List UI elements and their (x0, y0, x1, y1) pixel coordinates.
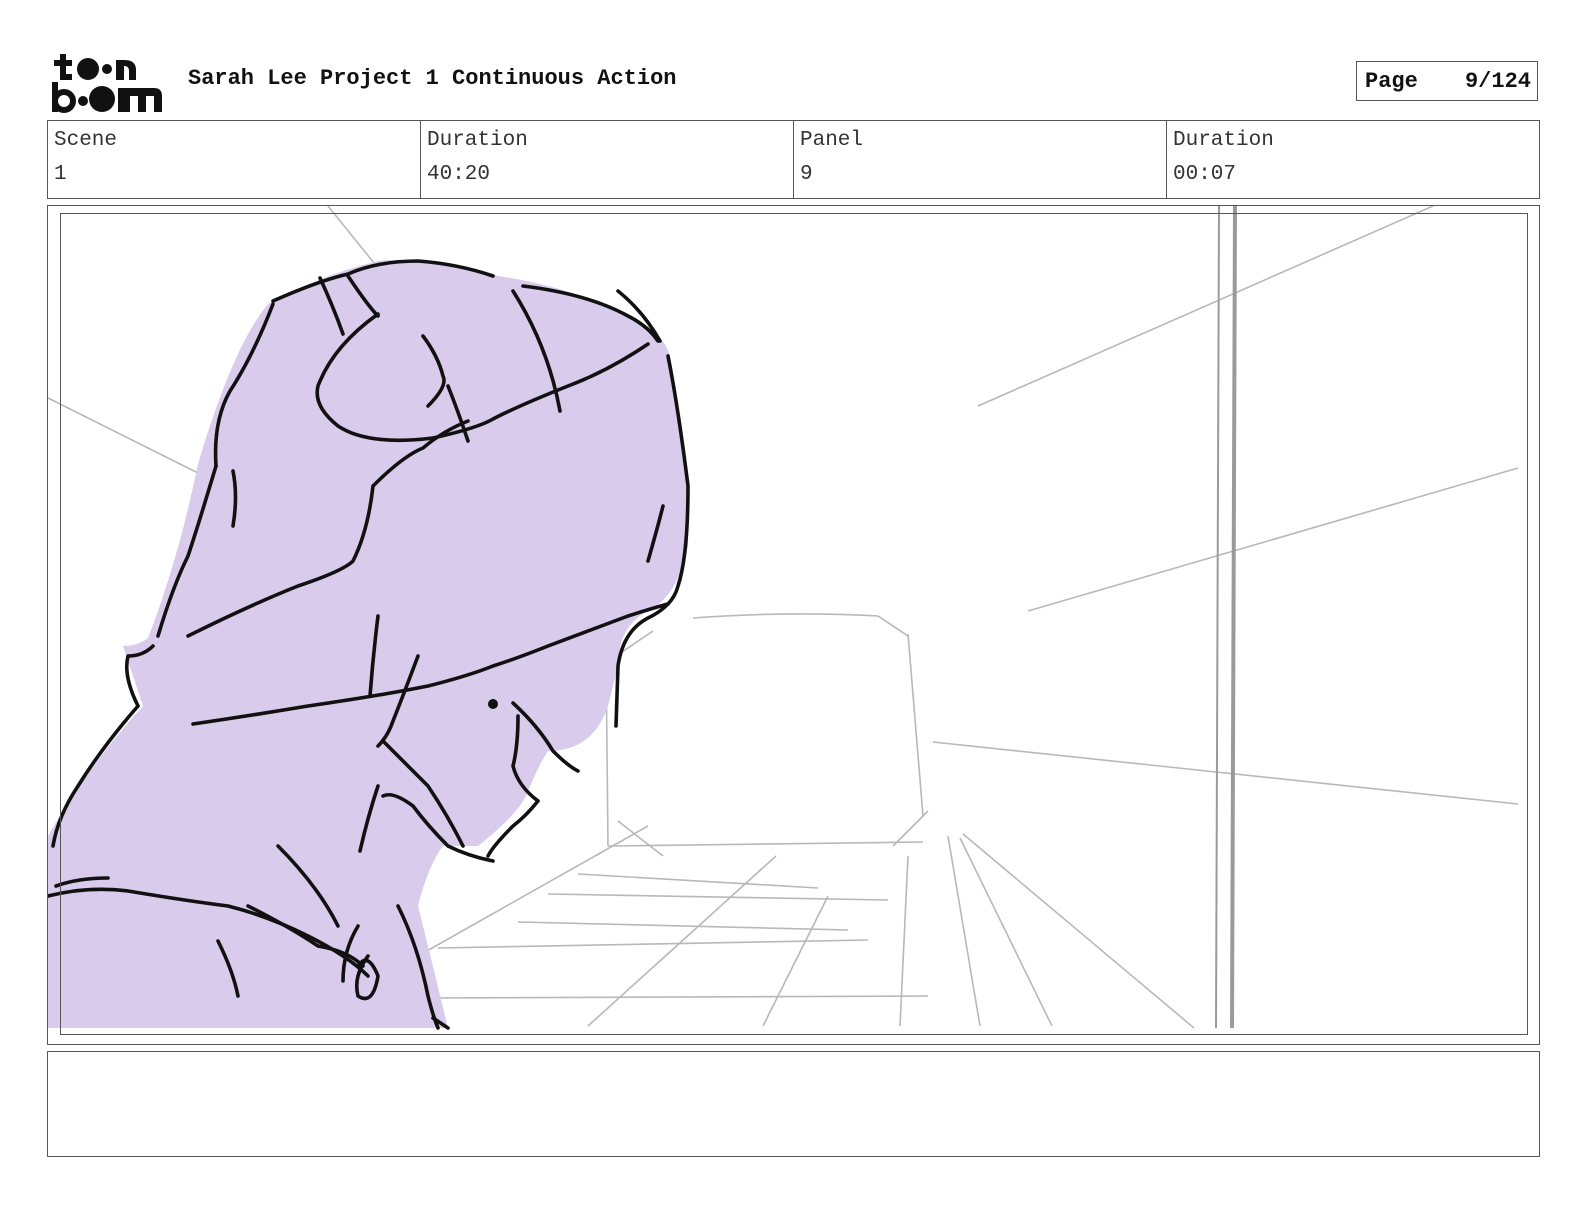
page-indicator: Page 9/124 (1356, 61, 1538, 101)
scene-info-row: Scene 1 Duration 40:20 Panel 9 Duration … (47, 120, 1540, 199)
toon-boom-logo (52, 54, 162, 113)
panel-label: Panel (800, 129, 864, 152)
storyboard-panel (47, 205, 1540, 1045)
panel-duration-cell: Duration 00:07 (1167, 121, 1539, 198)
scene-label: Scene (54, 129, 118, 152)
scene-cell: Scene 1 (48, 121, 421, 198)
panel-duration-label: Duration (1173, 129, 1274, 152)
panel-duration-value: 00:07 (1173, 163, 1237, 186)
panel-value: 9 (800, 163, 813, 186)
page-number: 9/124 (1464, 69, 1531, 94)
panel-cell: Panel 9 (794, 121, 1167, 198)
panel-notes-box (47, 1051, 1540, 1157)
scene-duration-label: Duration (427, 129, 528, 152)
scene-duration-cell: Duration 40:20 (421, 121, 794, 198)
panel-safe-frame (60, 213, 1528, 1035)
document-title: Sarah Lee Project 1 Continuous Action (188, 66, 677, 91)
page-label: Page (1365, 69, 1418, 94)
scene-value: 1 (54, 163, 67, 186)
scene-duration-value: 40:20 (427, 163, 491, 186)
